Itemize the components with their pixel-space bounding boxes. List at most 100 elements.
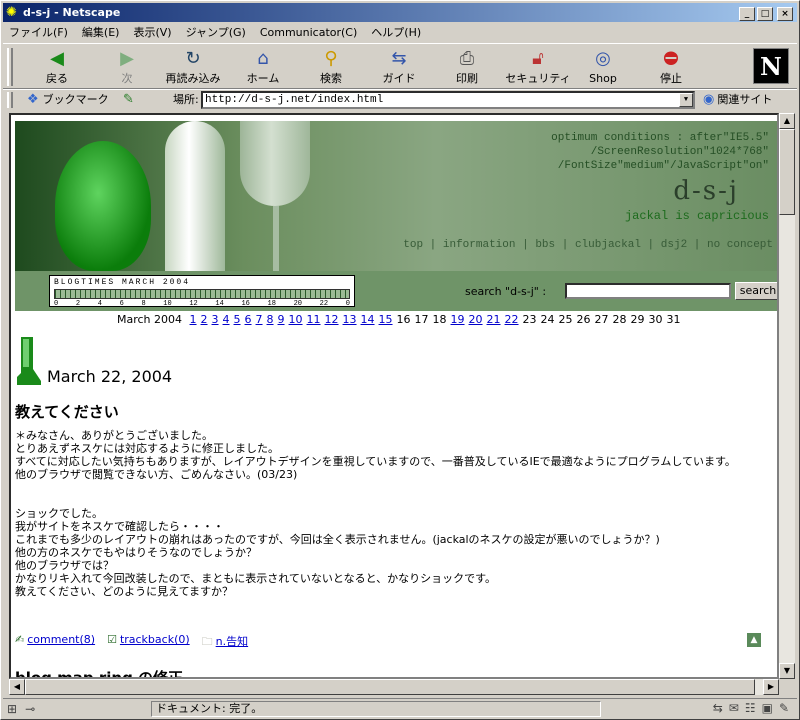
calendar-day-link[interactable]: 7 [256,313,263,326]
calendar-day-link[interactable]: 1 [190,313,197,326]
home-button[interactable]: ⌂ ホーム [231,48,295,88]
post-body: ＊みなさん、ありがとうございました。 とりあえずネスケには対応するように修正しま… [15,429,771,624]
calendar-day-link[interactable]: 2 [201,313,208,326]
back-to-top-icon[interactable]: ▲ [747,633,761,647]
tray-icon-2[interactable]: ✉ [729,701,739,715]
menu-help[interactable]: ヘルプ(H) [371,24,421,40]
tray-icon-4[interactable]: ▣ [762,701,773,715]
nav-dsj2[interactable]: dsj2 [661,239,687,251]
calendar-day-link[interactable]: 12 [325,313,339,326]
location-toolbar-grip[interactable] [7,92,13,108]
tray-icon-1[interactable]: ⇆ [713,701,723,715]
scroll-up-button[interactable]: ▲ [779,113,795,129]
toolbar-grip[interactable] [7,48,13,86]
calendar-day-link[interactable]: 21 [487,313,501,326]
reload-button[interactable]: ↻ 再読み込み [161,48,225,88]
back-button[interactable]: ◀ 戻る [25,48,89,88]
calendar-day-link[interactable]: 13 [343,313,357,326]
calendar-day-link[interactable]: 19 [451,313,465,326]
nav-information[interactable]: information [443,239,516,251]
security-button[interactable]: 🔓︎ セキュリティ [503,48,573,88]
search-input[interactable] [565,283,731,299]
calendar-day: 29 [630,313,645,326]
browser-window: ✺ d-s-j - Netscape _ □ × ファイル(F) 編集(E) 表… [0,0,800,720]
calendar-day-link[interactable]: 5 [234,313,241,326]
shop-button[interactable]: ◎ Shop [571,48,635,88]
related-sites-button[interactable]: ◉ 関連サイト [703,92,772,108]
title-bar: ✺ d-s-j - Netscape _ □ × [3,3,797,22]
calendar-day-link[interactable]: 22 [505,313,519,326]
search-button[interactable]: ⚲ 検索 [299,48,363,88]
bookmarks-button[interactable]: ❖ ブックマーク [27,92,109,108]
calendar-day-link[interactable]: 3 [212,313,219,326]
search-label: search "d-s-j" : [465,285,547,298]
calendar-day: 25 [558,313,573,326]
calendar-day-link[interactable]: 11 [307,313,321,326]
netscape-logo[interactable]: N [753,48,789,84]
vertical-scroll-thumb[interactable] [779,129,795,215]
calendar-day-link[interactable]: 20 [469,313,483,326]
menu-communicator[interactable]: Communicator(C) [260,26,357,39]
category-link[interactable]: n.告知 [216,635,248,648]
forward-button[interactable]: ▶ 次 [95,48,159,88]
site-logo[interactable]: d-s-j [673,176,739,206]
comment-link[interactable]: comment(8) [27,633,95,646]
calendar-day: 30 [648,313,663,326]
calendar-day: 23 [522,313,537,326]
url-field[interactable]: http://d-s-j.net/index.html ▼ [201,91,695,109]
blogtimes-title: BLOGTIMES MARCH 2004 [54,278,191,287]
page-proxy-icon[interactable]: ✎ [123,92,134,107]
calendar-day: 27 [594,313,609,326]
nav-bbs[interactable]: bbs [535,239,555,251]
calendar-day: 26 [576,313,591,326]
tray-icon-5[interactable]: ✎ [779,701,789,715]
stop-button[interactable]: ⛔︎ 停止 [639,48,703,88]
blogtimes-graph: BLOGTIMES MARCH 2004 0 2 4 6 8 10 12 14 16 18 20 22… [49,275,355,308]
url-dropdown-button[interactable]: ▼ [679,93,693,107]
menu-go[interactable]: ジャンプ(G) [186,24,246,40]
vertical-scrollbar[interactable]: ▲ ▼ [779,113,795,679]
post-paragraph: ＊みなさん、ありがとうございました。 とりあえずネスケには対応するように修正しま… [15,429,736,481]
calendar-day: 31 [666,313,681,326]
shop-icon: ◎ [595,48,611,69]
calendar-day-link[interactable]: 6 [245,313,252,326]
nav-no-concept[interactable]: no concept [707,239,773,251]
print-button[interactable]: ⎙ 印刷 [435,48,499,88]
menu-view[interactable]: 表示(V) [133,24,171,40]
security-icon: 🔓︎ [532,48,544,69]
calendar-day-link[interactable]: 10 [289,313,303,326]
nav-top[interactable]: top [403,239,423,251]
minimize-button[interactable]: _ [739,7,755,21]
banner-glass-stem [273,206,279,271]
menu-edit[interactable]: 編集(E) [82,24,120,40]
related-sites-icon: ◉ [703,92,715,107]
boot-icon [17,337,41,385]
post-title: 教えてください [15,403,119,421]
post-date: March 22, 2004 [47,367,173,386]
scroll-left-button[interactable]: ◀ [9,679,25,695]
comment-icon: ✍ [15,633,25,646]
calendar-day: 18 [432,313,447,326]
nav-clubjackal[interactable]: clubjackal [575,239,641,251]
calendar-day-link[interactable]: 14 [361,313,375,326]
security-status-icon[interactable]: ⊞ [7,702,17,716]
calendar-day: 24 [540,313,555,326]
calendar-day-link[interactable]: 15 [379,313,393,326]
scroll-right-button[interactable]: ▶ [763,679,779,695]
guide-button[interactable]: ⇆ ガイド [367,48,431,88]
connection-status-icon[interactable]: ⊸ [25,702,35,716]
horizontal-scroll-thumb[interactable] [25,679,755,695]
tray-icon-3[interactable]: ☷ [745,701,756,715]
calendar-day-link[interactable]: 4 [223,313,230,326]
menu-file[interactable]: ファイル(F) [9,24,68,40]
scroll-down-button[interactable]: ▼ [779,663,795,679]
trackback-link[interactable]: trackback(0) [120,633,190,646]
calendar-day-link[interactable]: 9 [278,313,285,326]
calendar-month: March 2004 [117,313,183,326]
close-button[interactable]: × [777,7,793,21]
blogtimes-bars [54,289,350,299]
search-submit-button[interactable]: search [735,282,777,300]
calendar-day-link[interactable]: 8 [267,313,274,326]
maximize-button[interactable]: □ [757,7,773,21]
horizontal-scrollbar[interactable]: ◀ ▶ [9,679,779,695]
